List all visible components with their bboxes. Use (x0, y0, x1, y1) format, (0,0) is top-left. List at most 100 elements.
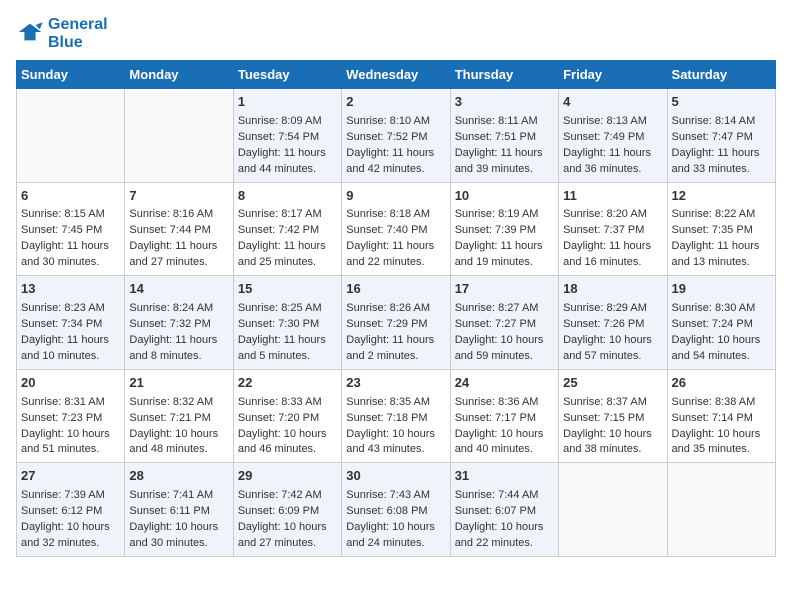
day-number: 6 (21, 187, 120, 206)
daylight-text: Daylight: 11 hours and 10 minutes. (21, 333, 120, 365)
calendar-cell: 11Sunrise: 8:20 AMSunset: 7:37 PMDayligh… (559, 182, 667, 276)
sunrise-text: Sunrise: 8:38 AM (672, 395, 771, 411)
calendar-cell (559, 463, 667, 557)
logo-bird-icon (16, 18, 44, 46)
daylight-text: Daylight: 10 hours and 38 minutes. (563, 427, 662, 459)
calendar-week-5: 27Sunrise: 7:39 AMSunset: 6:12 PMDayligh… (17, 463, 776, 557)
sunset-text: Sunset: 7:29 PM (346, 317, 445, 333)
sunset-text: Sunset: 7:15 PM (563, 411, 662, 427)
sunset-text: Sunset: 7:23 PM (21, 411, 120, 427)
sunset-text: Sunset: 7:42 PM (238, 223, 337, 239)
calendar-cell: 5Sunrise: 8:14 AMSunset: 7:47 PMDaylight… (667, 89, 775, 183)
sunset-text: Sunset: 7:52 PM (346, 130, 445, 146)
sunrise-text: Sunrise: 8:37 AM (563, 395, 662, 411)
day-number: 5 (672, 93, 771, 112)
calendar-cell: 28Sunrise: 7:41 AMSunset: 6:11 PMDayligh… (125, 463, 233, 557)
daylight-text: Daylight: 10 hours and 57 minutes. (563, 333, 662, 365)
logo: General Blue (16, 16, 108, 52)
sunrise-text: Sunrise: 7:41 AM (129, 488, 228, 504)
sunrise-text: Sunrise: 8:11 AM (455, 114, 554, 130)
day-number: 9 (346, 187, 445, 206)
calendar-cell: 15Sunrise: 8:25 AMSunset: 7:30 PMDayligh… (233, 276, 341, 370)
sunset-text: Sunset: 7:21 PM (129, 411, 228, 427)
daylight-text: Daylight: 11 hours and 16 minutes. (563, 239, 662, 271)
calendar-table: SundayMondayTuesdayWednesdayThursdayFrid… (16, 60, 776, 557)
dow-header-sunday: Sunday (17, 61, 125, 89)
day-number: 31 (455, 467, 554, 486)
calendar-cell (17, 89, 125, 183)
sunset-text: Sunset: 7:49 PM (563, 130, 662, 146)
sunrise-text: Sunrise: 7:42 AM (238, 488, 337, 504)
daylight-text: Daylight: 10 hours and 54 minutes. (672, 333, 771, 365)
sunset-text: Sunset: 7:37 PM (563, 223, 662, 239)
day-number: 11 (563, 187, 662, 206)
day-number: 1 (238, 93, 337, 112)
daylight-text: Daylight: 11 hours and 5 minutes. (238, 333, 337, 365)
daylight-text: Daylight: 11 hours and 42 minutes. (346, 146, 445, 178)
calendar-cell: 16Sunrise: 8:26 AMSunset: 7:29 PMDayligh… (342, 276, 450, 370)
daylight-text: Daylight: 11 hours and 19 minutes. (455, 239, 554, 271)
daylight-text: Daylight: 11 hours and 13 minutes. (672, 239, 771, 271)
daylight-text: Daylight: 10 hours and 40 minutes. (455, 427, 554, 459)
daylight-text: Daylight: 11 hours and 33 minutes. (672, 146, 771, 178)
calendar-cell: 13 Sunrise: 8:23 AMSunset: 7:34 PMDayligh… (17, 276, 125, 370)
dow-header-friday: Friday (559, 61, 667, 89)
day-number: 14 (129, 280, 228, 299)
day-number: 20 (21, 374, 120, 393)
sunrise-text: Sunrise: 8:19 AM (455, 207, 554, 223)
day-number: 7 (129, 187, 228, 206)
calendar-cell: 12Sunrise: 8:22 AMSunset: 7:35 PMDayligh… (667, 182, 775, 276)
daylight-text: Daylight: 10 hours and 22 minutes. (455, 520, 554, 552)
daylight-text: Daylight: 10 hours and 24 minutes. (346, 520, 445, 552)
day-number: 10 (455, 187, 554, 206)
sunset-text: Sunset: 7:39 PM (455, 223, 554, 239)
sunrise-text: Sunrise: 8:35 AM (346, 395, 445, 411)
calendar-cell: 2Sunrise: 8:10 AMSunset: 7:52 PMDaylight… (342, 89, 450, 183)
header: General Blue (16, 16, 776, 52)
calendar-cell: 26Sunrise: 8:38 AMSunset: 7:14 PMDayligh… (667, 369, 775, 463)
sunrise-text: Sunrise: 8:23 AM (21, 301, 120, 317)
calendar-cell: 4Sunrise: 8:13 AMSunset: 7:49 PMDaylight… (559, 89, 667, 183)
daylight-text: Daylight: 11 hours and 30 minutes. (21, 239, 120, 271)
calendar-cell: 14Sunrise: 8:24 AMSunset: 7:32 PMDayligh… (125, 276, 233, 370)
logo-line1: General (48, 16, 108, 34)
dow-header-tuesday: Tuesday (233, 61, 341, 89)
day-number: 28 (129, 467, 228, 486)
calendar-cell: 18Sunrise: 8:29 AMSunset: 7:26 PMDayligh… (559, 276, 667, 370)
sunrise-text: Sunrise: 8:18 AM (346, 207, 445, 223)
sunset-text: Sunset: 7:17 PM (455, 411, 554, 427)
sunrise-text: Sunrise: 7:44 AM (455, 488, 554, 504)
daylight-text: Daylight: 11 hours and 25 minutes. (238, 239, 337, 271)
calendar-cell: 23Sunrise: 8:35 AMSunset: 7:18 PMDayligh… (342, 369, 450, 463)
day-number: 12 (672, 187, 771, 206)
daylight-text: Daylight: 10 hours and 48 minutes. (129, 427, 228, 459)
daylight-text: Daylight: 11 hours and 8 minutes. (129, 333, 228, 365)
calendar-week-4: 20Sunrise: 8:31 AMSunset: 7:23 PMDayligh… (17, 369, 776, 463)
day-number: 8 (238, 187, 337, 206)
day-number: 13 (21, 280, 120, 299)
dow-header-wednesday: Wednesday (342, 61, 450, 89)
calendar-cell: 30Sunrise: 7:43 AMSunset: 6:08 PMDayligh… (342, 463, 450, 557)
sunset-text: Sunset: 7:27 PM (455, 317, 554, 333)
days-of-week-header: SundayMondayTuesdayWednesdayThursdayFrid… (17, 61, 776, 89)
sunset-text: Sunset: 6:08 PM (346, 504, 445, 520)
daylight-text: Daylight: 11 hours and 2 minutes. (346, 333, 445, 365)
sunset-text: Sunset: 7:44 PM (129, 223, 228, 239)
sunrise-text: Sunrise: 8:26 AM (346, 301, 445, 317)
day-number: 15 (238, 280, 337, 299)
daylight-text: Daylight: 10 hours and 30 minutes. (129, 520, 228, 552)
sunset-text: Sunset: 7:34 PM (21, 317, 120, 333)
sunrise-text: Sunrise: 8:09 AM (238, 114, 337, 130)
calendar-week-1: 1Sunrise: 8:09 AMSunset: 7:54 PMDaylight… (17, 89, 776, 183)
calendar-cell: 8Sunrise: 8:17 AMSunset: 7:42 PMDaylight… (233, 182, 341, 276)
day-number: 29 (238, 467, 337, 486)
sunset-text: Sunset: 7:35 PM (672, 223, 771, 239)
daylight-text: Daylight: 11 hours and 27 minutes. (129, 239, 228, 271)
sunrise-text: Sunrise: 8:36 AM (455, 395, 554, 411)
sunrise-text: Sunrise: 8:33 AM (238, 395, 337, 411)
day-number: 3 (455, 93, 554, 112)
sunrise-text: Sunrise: 8:32 AM (129, 395, 228, 411)
daylight-text: Daylight: 10 hours and 27 minutes. (238, 520, 337, 552)
calendar-cell: 7Sunrise: 8:16 AMSunset: 7:44 PMDaylight… (125, 182, 233, 276)
daylight-text: Daylight: 10 hours and 43 minutes. (346, 427, 445, 459)
